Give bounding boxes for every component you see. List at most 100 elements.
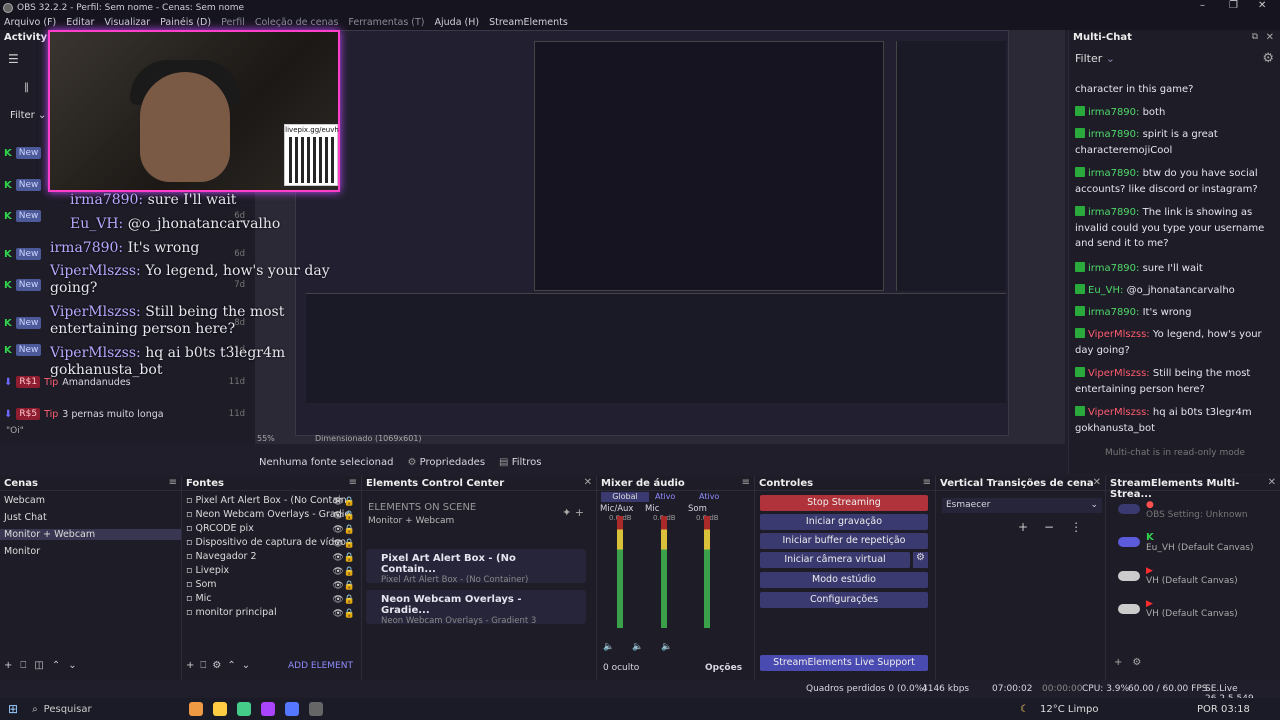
kick-icon: K — [4, 344, 12, 356]
visibility-lock-icons[interactable]: 👁🔒 👁🔒 👁🔒 👁🔒 👁🔒 👁🔒 👁🔒 👁🔒 👁🔒 — [332, 495, 355, 621]
minimize-button[interactable]: – — [1200, 0, 1205, 11]
element-card[interactable]: Pixel Art Alert Box - (No Contain... Pixe… — [366, 549, 586, 585]
taskbar-search[interactable]: Pesquisar — [44, 704, 184, 715]
multistream-item: K Eu_VH (Default Canvas) — [1146, 532, 1254, 553]
close-icon[interactable]: ✕ — [1268, 477, 1276, 488]
menu-docks[interactable]: Painéis (D) — [160, 17, 211, 28]
settings-button[interactable]: Configurações — [760, 592, 928, 608]
menu-file[interactable]: Arquivo (F) — [4, 17, 56, 28]
properties-button[interactable]: ⚙ Propriedades — [407, 457, 485, 468]
stop-streaming-button[interactable]: Stop Streaming — [760, 495, 928, 511]
source-item[interactable]: ▫ Dispositivo de captura de vídeo — [186, 537, 346, 548]
transition-buttons[interactable]: +−⋮ — [1018, 520, 1098, 534]
mixer-tab-active[interactable]: Ativo — [655, 492, 675, 501]
weather: 12°C Limpo — [1040, 703, 1099, 715]
menu-scene-collection[interactable]: Coleção de cenas — [255, 17, 339, 28]
sparkle-add-icon[interactable]: ✦ + — [562, 506, 584, 519]
dock-menu-icon[interactable]: ≡ — [349, 477, 357, 488]
mixer-title: Mixer de áudio — [601, 478, 685, 489]
scene-item-selected[interactable]: Monitor + Webcam — [0, 529, 181, 540]
cpu-usage: CPU: 3.9% — [1082, 684, 1130, 694]
whatsapp-icon[interactable] — [236, 702, 251, 716]
element-card[interactable]: Neon Webcam Overlays - Gradie... Neon Web… — [366, 590, 586, 626]
scene-item[interactable]: Monitor — [4, 546, 40, 557]
arrow-up-icon: ⬇ — [4, 408, 13, 420]
qr-code-icon — [289, 137, 335, 183]
source-item[interactable]: ▫ Navegador 2 — [186, 551, 257, 562]
float-icon[interactable]: ⧉ — [1252, 32, 1258, 42]
source-item[interactable]: ▫ Mic — [186, 593, 212, 604]
chat-message: Eu_VH: @o_jhonatancarvalho — [1075, 283, 1271, 299]
maximize-button[interactable]: ❐ — [1229, 0, 1238, 11]
gear-icon[interactable]: ⚙ — [913, 552, 928, 568]
live-support-button[interactable]: StreamElements Live Support — [760, 655, 928, 671]
mixer-tab-active-2[interactable]: Ativo — [699, 492, 719, 501]
source-item[interactable]: ▫ monitor principal — [186, 607, 277, 618]
bitrate: 4146 kbps — [922, 684, 970, 694]
pause-icon[interactable]: ‖ — [24, 82, 29, 93]
source-item[interactable]: ▫ Livepix — [186, 565, 229, 576]
source-item[interactable]: ▫ Neon Webcam Overlays - Gradie — [186, 509, 350, 520]
add-element-button[interactable]: ADD ELEMENT — [288, 661, 353, 671]
toggle-switch[interactable] — [1118, 571, 1140, 581]
source-item[interactable]: ▫ QRCODE pix — [186, 523, 254, 534]
obs-taskbar-icon[interactable] — [308, 702, 323, 716]
scene-preview[interactable]: 55% Dimensionado (1069x601) — [255, 30, 1065, 444]
arrow-up-icon: ⬇ — [4, 376, 13, 388]
dock-menu-icon[interactable]: ≡ — [923, 477, 931, 488]
mixer-options[interactable]: Opções — [705, 663, 742, 673]
gear-icon[interactable]: ⚙ — [1262, 51, 1274, 66]
kick-icon: K — [4, 210, 12, 222]
input-language[interactable]: POR — [1197, 704, 1218, 715]
filters-button[interactable]: ▤ Filtros — [499, 457, 541, 468]
folder-icon[interactable] — [212, 702, 227, 716]
zoom-level: 55% — [257, 434, 275, 443]
scene-toolbar[interactable]: +⎕◫⌃⌄ — [4, 660, 85, 671]
toggle-switch[interactable] — [1118, 604, 1140, 614]
close-icon[interactable]: ✕ — [584, 477, 592, 488]
close-icon[interactable]: ✕ — [1266, 32, 1274, 43]
close-icon[interactable]: ✕ — [1093, 477, 1101, 488]
mute-icons[interactable]: 🔈🔈🔈 — [603, 642, 691, 652]
obs-logo-icon — [3, 2, 13, 13]
start-recording-button[interactable]: Iniciar gravação — [760, 514, 928, 530]
scene-item[interactable]: Webcam — [4, 495, 45, 506]
youtube-icon: ▶ — [1146, 599, 1153, 609]
dock-menu-icon[interactable]: ≡ — [169, 477, 177, 488]
menu-edit[interactable]: Editar — [66, 17, 94, 28]
activity-filter[interactable]: Filter ⌄ — [10, 110, 46, 121]
kick-icon — [1075, 167, 1085, 177]
menu-streamelements[interactable]: StreamElements — [489, 17, 568, 28]
hamburger-icon[interactable]: ☰ — [8, 52, 19, 66]
mixer-tab-global[interactable]: Global — [601, 492, 649, 502]
source-item[interactable]: ▫ Pixel Art Alert Box - (No Contain — [186, 495, 347, 506]
source-toolbar-buttons[interactable]: +⎕⚙⌃⌄ — [186, 660, 256, 671]
transition-select[interactable]: Esmaecer ⌄ — [942, 498, 1102, 513]
virtual-camera-button[interactable]: Iniciar câmera virtual — [760, 552, 910, 568]
menu-profile[interactable]: Perfil — [221, 17, 245, 28]
multi-chat-filter[interactable]: Filter ⌄ — [1075, 52, 1115, 65]
controls-dock: Controles ≡ Stop Streaming Iniciar gravaç… — [755, 476, 936, 680]
studio-mode-button[interactable]: Modo estúdio — [760, 572, 928, 588]
overlay-chat-line: Eu_VH: @o_jhonatancarvalho — [70, 216, 281, 232]
twitch-icon[interactable] — [260, 702, 275, 716]
scene-item[interactable]: Just Chat — [4, 512, 47, 523]
replay-buffer-button[interactable]: Iniciar buffer de repetição — [760, 533, 928, 549]
multistream-toolbar[interactable]: +⚙ — [1114, 657, 1151, 668]
tip-message: "Oi" — [6, 426, 24, 436]
dock-menu-icon[interactable]: ≡ — [742, 477, 750, 488]
discord-icon[interactable] — [284, 702, 299, 716]
menu-view[interactable]: Visualizar — [104, 17, 150, 28]
search-icon[interactable]: ⌕ — [32, 704, 38, 715]
source-item[interactable]: ▫ Som — [186, 579, 217, 590]
close-button[interactable]: ✕ — [1258, 0, 1266, 11]
menu-tools[interactable]: Ferramentas (T) — [348, 17, 424, 28]
chrome-icon[interactable] — [188, 702, 203, 716]
windows-start-icon[interactable]: ⊞ — [8, 702, 18, 716]
clock[interactable]: 03:18 — [1221, 704, 1250, 715]
toggle-switch[interactable] — [1118, 504, 1140, 514]
overlay-chat-line: irma7890: It's wrong — [50, 240, 200, 256]
menu-help[interactable]: Ajuda (H) — [435, 17, 480, 28]
toggle-switch[interactable] — [1118, 537, 1140, 547]
ecc-scene-name: Monitor + Webcam — [368, 516, 455, 526]
